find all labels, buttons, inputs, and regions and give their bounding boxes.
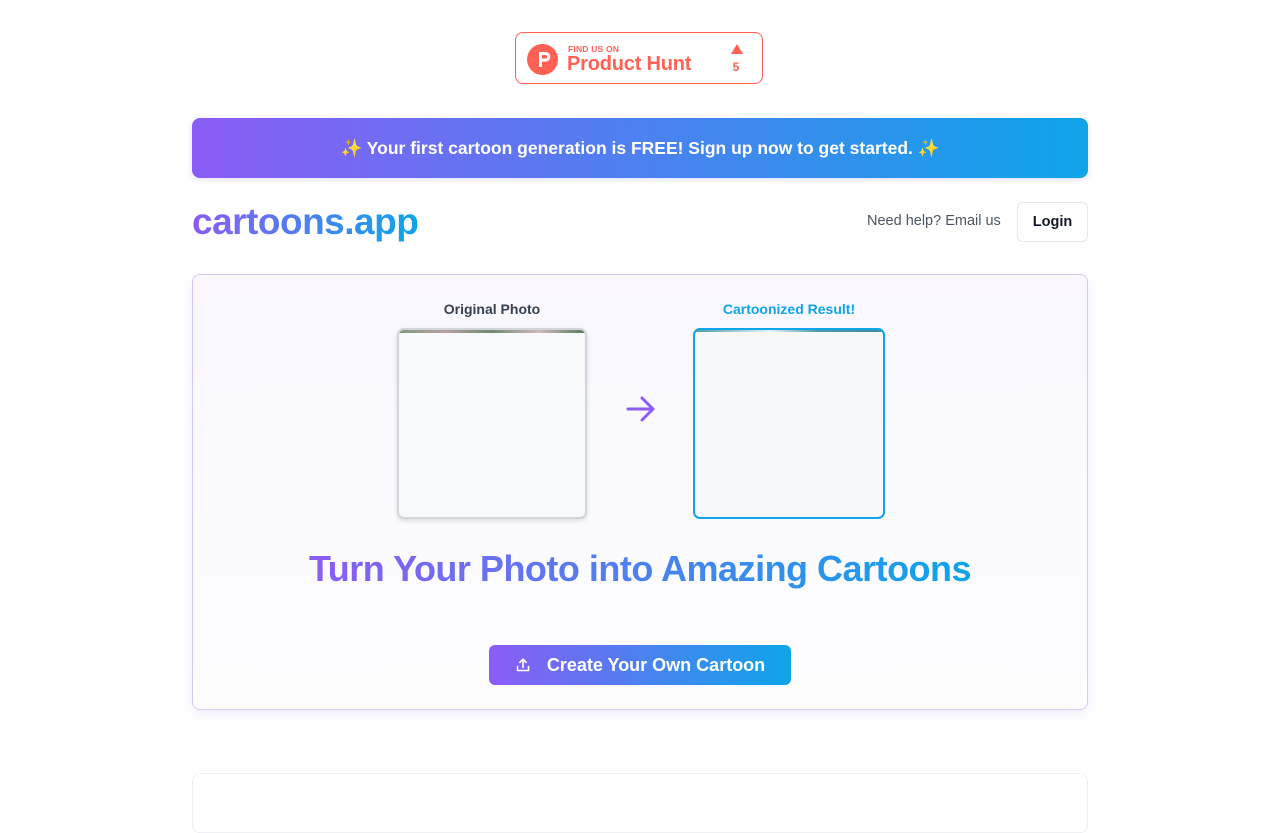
site-logo[interactable]: cartoons.app xyxy=(192,198,419,246)
hero-card: Original Photo Cartoonized Result! Turn … xyxy=(192,274,1088,710)
hero-headline: Turn Your Photo into Amazing Cartoons xyxy=(193,547,1087,591)
product-hunt-logo-icon xyxy=(527,44,558,75)
arrow-right-icon xyxy=(626,396,655,422)
next-section-card xyxy=(192,773,1088,833)
cartoonized-result-image xyxy=(693,328,885,519)
original-photo-image xyxy=(397,328,587,519)
upvote-triangle-icon xyxy=(731,44,743,54)
product-hunt-name: Product Hunt xyxy=(567,53,692,75)
login-button[interactable]: Login xyxy=(1017,202,1088,242)
upload-icon xyxy=(516,658,530,672)
product-hunt-badge[interactable]: FIND US ON Product Hunt 5 xyxy=(515,32,763,84)
help-email-link[interactable]: Need help? Email us xyxy=(867,213,1001,229)
promo-banner: ✨ Your first cartoon generation is FREE!… xyxy=(192,118,1088,178)
hero-headline-text: Turn Your Photo into Amazing Cartoons xyxy=(308,548,972,589)
create-cartoon-button-label: Create Your Own Cartoon xyxy=(546,654,766,675)
upvote-count: 5 xyxy=(732,60,740,74)
cartoonized-result-label: Cartoonized Result! xyxy=(722,301,856,317)
promo-banner-text: ✨ Your first cartoon generation is FREE!… xyxy=(340,137,940,158)
create-cartoon-button[interactable]: Create Your Own Cartoon xyxy=(489,645,791,685)
original-photo-label: Original Photo xyxy=(443,301,541,317)
